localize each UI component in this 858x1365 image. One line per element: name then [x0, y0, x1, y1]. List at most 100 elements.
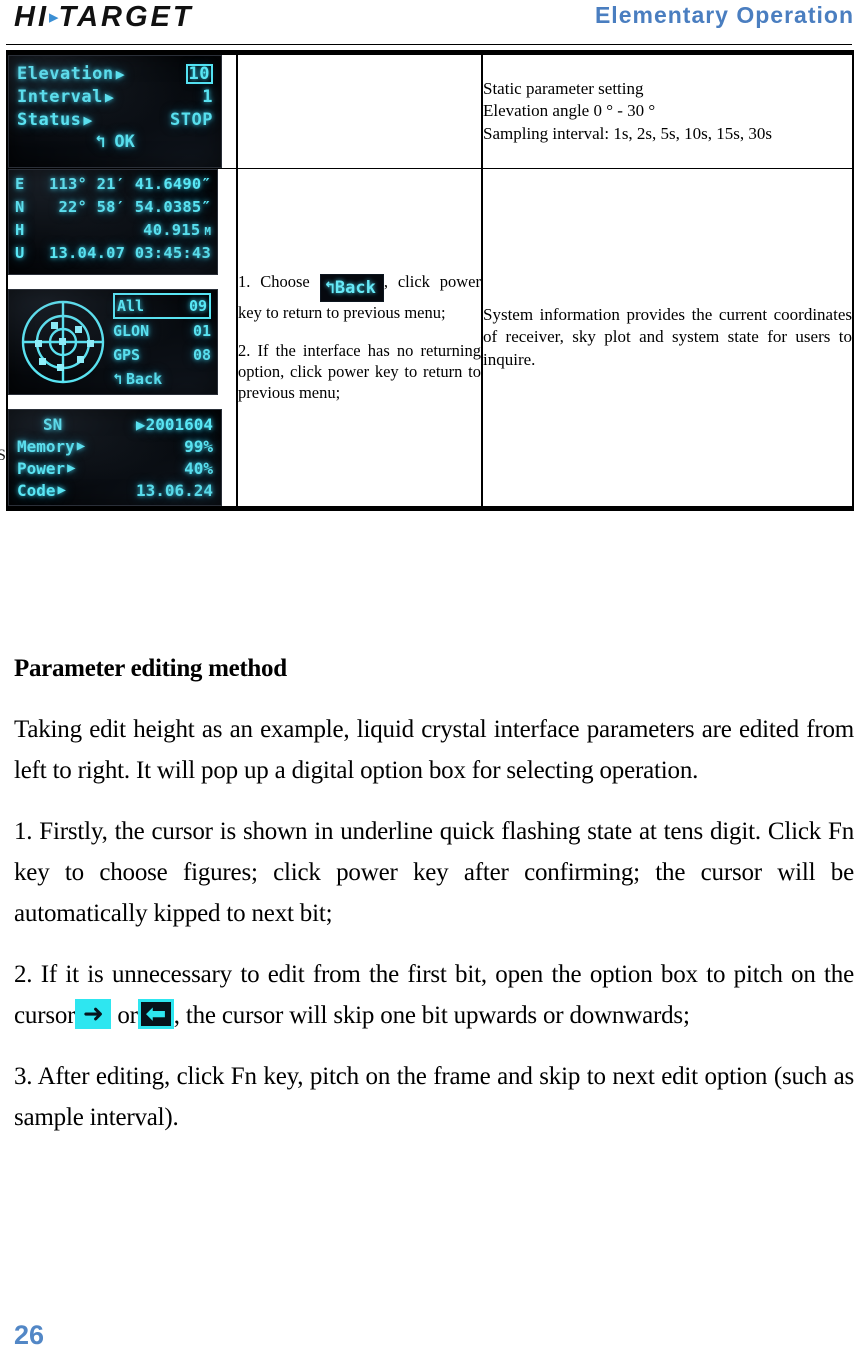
satellite-value-all: 09: [188, 297, 207, 315]
section-heading: Parameter editing method: [14, 655, 287, 682]
table-cell-instructions: 1. Choose ↰Back, click power key to retu…: [236, 168, 483, 511]
back-arrow-icon: ↰: [113, 370, 123, 388]
lcd-label-interval: Interval: [17, 86, 103, 107]
paragraph-intro: Taking edit height as an example, liquid…: [14, 716, 854, 784]
back-arrow-icon: ↰: [324, 278, 335, 299]
step-2-suffix: , the cursor will skip one bit upwards o…: [173, 1002, 690, 1029]
satellite-label-all: All: [117, 297, 145, 315]
description-line: Sampling interval: 1s, 2s, 5s, 10s, 15s,…: [483, 123, 773, 143]
satellite-label-glonass: GLON: [113, 322, 150, 340]
coordinates-screen: E 113° 21′ 41.6490″ N 22° 58′ 54.0385″ H…: [8, 169, 218, 275]
page-header: HI▸TARGET Elementary Operation: [0, 0, 858, 52]
system-label-sn: SN: [43, 414, 63, 434]
satellite-row-back: ↰ Back: [113, 367, 211, 391]
lcd-line-status: Status ▶ STOP: [17, 108, 213, 131]
back-label: Back: [126, 370, 163, 388]
lcd-line-elevation: Elevation ▶ 10: [17, 62, 213, 85]
lcd-arrow-icon: ▶: [67, 460, 76, 476]
system-row-power: Power ▶ 40%: [17, 457, 213, 479]
lcd-label-elevation: Elevation: [17, 63, 114, 84]
hi-target-logo: HI▸TARGET: [14, 1, 194, 34]
lcd-line-ok: ↰ OK: [17, 131, 213, 153]
header-divider: [6, 44, 852, 45]
satellite-value-glonass: 01: [192, 322, 211, 340]
satellite-row-glonass: GLON 01: [113, 319, 211, 343]
cursor-right-arrow-icon: ➜: [75, 999, 112, 1029]
lcd-value-height: 40.915: [143, 221, 201, 239]
stray-character: S: [0, 447, 6, 464]
table-row: Elevation ▶ 10 Interval ▶ 1 Status ▶ STO…: [6, 50, 854, 169]
logo-text-hi: HI: [14, 1, 49, 33]
logo-triangle-icon: ▸: [49, 7, 59, 28]
table-cell-description: Static parameter setting Elevation angle…: [481, 50, 854, 169]
lcd-value-status: STOP: [170, 109, 213, 130]
satellite-value-gps: 08: [192, 346, 211, 364]
system-info-wrapper: S SN ▶2001604 Memory ▶ 99% Power ▶ 40% C…: [0, 409, 236, 506]
table-cell-screens: Elevation ▶ 10 Interval ▶ 1 Status ▶ STO…: [6, 50, 238, 169]
system-label-power: Power: [17, 458, 66, 478]
sky-plot-icon: [21, 300, 105, 384]
system-value-power: 40%: [184, 458, 213, 478]
description-line: Elevation angle 0 ° - 30 °: [483, 101, 656, 121]
lcd-line-utc: U 13.04.07 03:45:43: [15, 244, 211, 267]
satellite-label-gps: GPS: [113, 346, 141, 364]
instruction-item-2: 2. If the interface has no returning opt…: [238, 340, 481, 403]
lcd-value-utc: 13.04.07 03:45:43: [48, 244, 211, 262]
back-arrow-icon: ↰: [95, 132, 106, 152]
system-label-memory: Memory: [17, 436, 75, 456]
lcd-arrow-icon: ▶: [76, 438, 86, 454]
system-value-code: 13.06.24: [135, 480, 213, 500]
system-info-screen: SN ▶2001604 Memory ▶ 99% Power ▶ 40% Cod…: [8, 409, 222, 506]
lcd-line-latitude: N 22° 58′ 54.0385″: [15, 198, 211, 221]
lcd-label-ok: OK: [114, 132, 135, 152]
paragraph-step-3: 3. After editing, click Fn key, pitch on…: [14, 1063, 854, 1131]
system-row-code: Code ▶ 13.06.24: [17, 479, 213, 501]
table-cell-description: System information provides the current …: [481, 168, 854, 511]
static-parameter-screen: Elevation ▶ 10 Interval ▶ 1 Status ▶ STO…: [8, 55, 222, 168]
table-cell-screens: E 113° 21′ 41.6490″ N 22° 58′ 54.0385″ H…: [0, 168, 238, 511]
lcd-value-longitude: 113° 21′ 41.6490″: [48, 175, 211, 193]
cursor-left-arrow-icon: ⬅: [137, 999, 174, 1029]
lcd-prefix-utc: U: [15, 244, 25, 262]
lcd-arrow-icon: ▶: [57, 482, 66, 498]
back-badge-label: Back: [334, 278, 376, 299]
lcd-value-elevation: 10: [185, 63, 213, 84]
lcd-label-status: Status: [17, 109, 82, 130]
logo-text-target: TARGET: [58, 1, 194, 33]
system-label-code: Code: [17, 480, 56, 500]
lcd-line-height: H 40.915 M: [15, 221, 211, 244]
lcd-arrow-icon: ▶: [115, 64, 126, 83]
table-cell-instructions: [236, 50, 483, 169]
instruction-item-1: 1. Choose ↰Back, click power key to retu…: [238, 271, 481, 323]
satellite-count-list: All 09 GLON 01 GPS 08 ↰ Back: [111, 293, 211, 391]
back-button-badge: ↰Back: [319, 274, 384, 303]
sky-plot-screen: All 09 GLON 01 GPS 08 ↰ Back: [8, 289, 218, 395]
system-row-memory: Memory ▶ 99%: [17, 435, 213, 457]
satellite-row-all: All 09: [113, 293, 211, 319]
feature-table: Elevation ▶ 10 Interval ▶ 1 Status ▶ STO…: [0, 50, 854, 511]
page-number: 26: [14, 1320, 45, 1350]
paragraph-step-2: 2. If it is unnecessary to edit from the…: [14, 954, 854, 1036]
system-row-sn: SN ▶2001604: [17, 413, 213, 435]
screen-stack: E 113° 21′ 41.6490″ N 22° 58′ 54.0385″ H…: [0, 169, 236, 506]
satellite-row-gps: GPS 08: [113, 343, 211, 367]
lcd-arrow-icon: ▶: [83, 110, 93, 129]
table-row: E 113° 21′ 41.6490″ N 22° 58′ 54.0385″ H…: [0, 168, 854, 511]
description-line: Static parameter setting: [483, 79, 644, 99]
lcd-value-interval: 1: [202, 86, 213, 107]
instruction-1-prefix: 1. Choose: [238, 272, 310, 292]
lcd-line-interval: Interval ▶ 1: [17, 85, 213, 108]
lcd-prefix-north: N: [15, 198, 25, 216]
lcd-arrow-icon: ▶: [135, 414, 146, 434]
paragraph-step-1: 1. Firstly, the cursor is shown in under…: [14, 818, 854, 927]
lcd-arrow-icon: ▶: [104, 87, 115, 106]
lcd-unit-meter: M: [204, 225, 211, 238]
description-text: System information provides the current …: [483, 305, 852, 369]
step-2-connector: or: [117, 1002, 138, 1029]
body-content: Parameter editing method Taking edit hei…: [14, 655, 854, 1138]
lcd-prefix-east: E: [15, 175, 25, 193]
system-value-sn: ▶2001604: [136, 415, 213, 434]
system-value-memory: 99%: [184, 436, 213, 456]
system-sn-number: 2001604: [145, 414, 213, 434]
lcd-prefix-height: H: [15, 221, 25, 239]
